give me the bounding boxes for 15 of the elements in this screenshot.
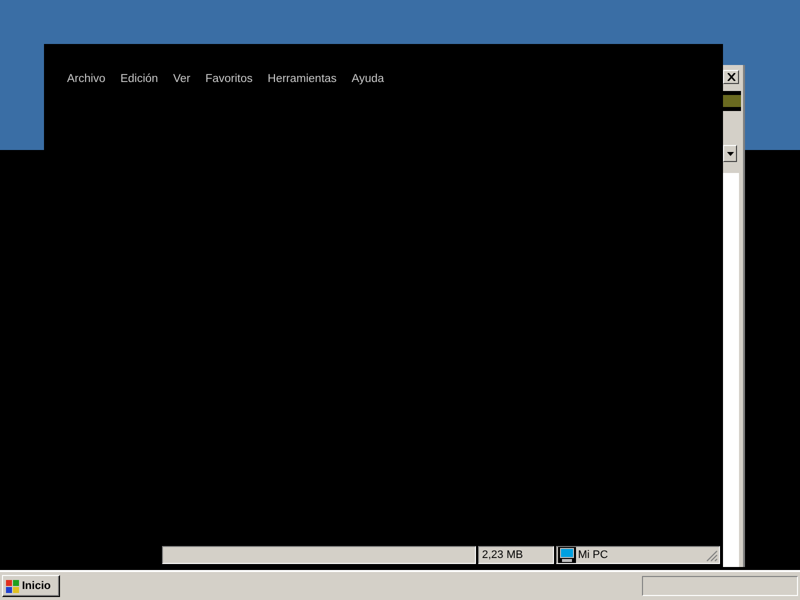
menu-item[interactable]: Ver [173, 73, 190, 85]
computer-icon [558, 547, 576, 563]
dropdown-button[interactable] [723, 145, 737, 162]
windows-logo-icon [6, 580, 20, 592]
menu-item[interactable]: Archivo [67, 73, 106, 85]
zone-label: Mi PC [578, 549, 608, 561]
menu-item[interactable]: Ayuda [352, 73, 384, 85]
status-panel: 2,23 MB [478, 546, 554, 564]
menu-item[interactable]: Favoritos [205, 73, 253, 85]
close-button[interactable] [723, 70, 739, 84]
resize-grip-icon[interactable] [706, 550, 718, 562]
menu-item[interactable]: Edición [120, 73, 158, 85]
start-button[interactable]: Inicio [2, 575, 60, 597]
close-icon [726, 73, 736, 81]
menu-item[interactable]: Herramientas [268, 73, 337, 85]
